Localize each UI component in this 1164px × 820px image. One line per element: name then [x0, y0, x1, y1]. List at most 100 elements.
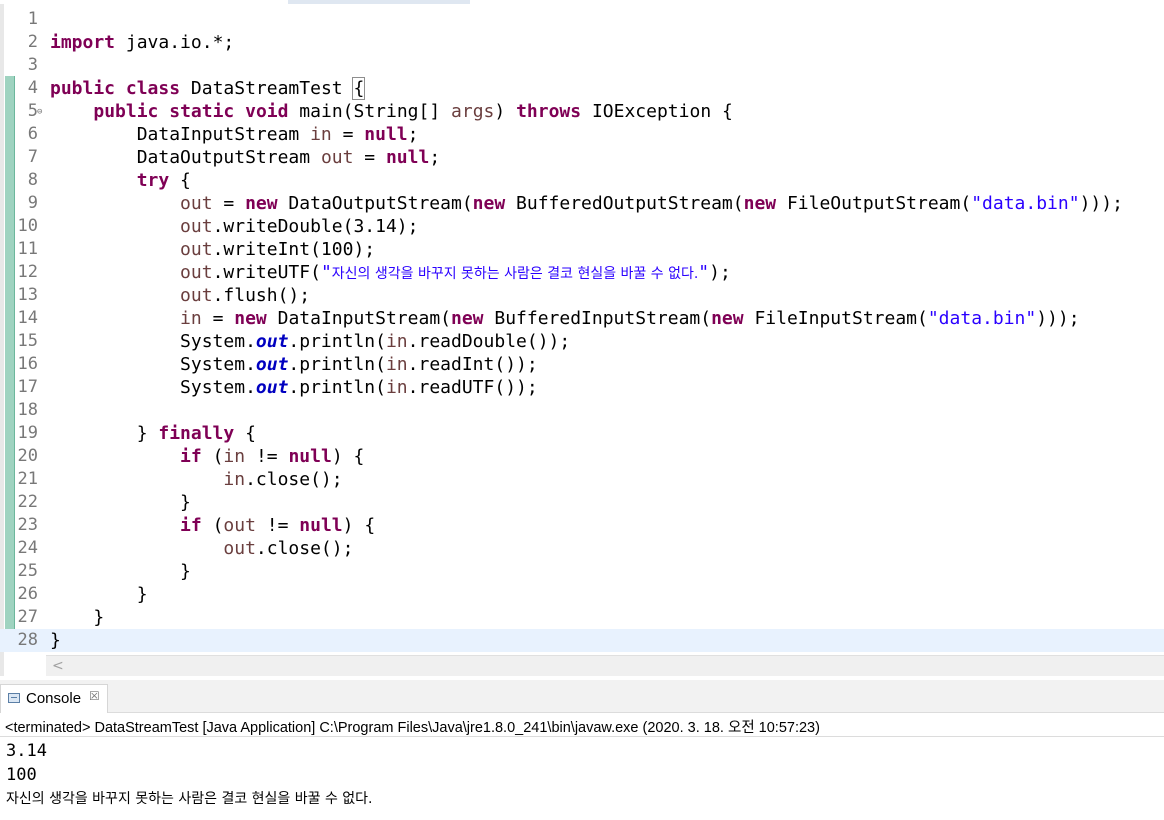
code-line[interactable]: 17 System.out.println(in.readUTF()); — [0, 376, 1164, 399]
code-line[interactable]: 12 out.writeUTF("자신의 생각을 바꾸지 못하는 사람은 결코 … — [0, 261, 1164, 284]
code-token: .writeDouble(3.14); — [212, 216, 419, 237]
line-number: 6 — [27, 124, 38, 144]
code-line[interactable]: 6 DataInputStream in = null; — [0, 123, 1164, 146]
code-line[interactable]: 4 public class DataStreamTest { — [0, 77, 1164, 100]
code-text: DataOutputStream out = null; — [50, 146, 440, 169]
horizontal-scrollbar[interactable]: < — [46, 655, 1164, 676]
code-token: .println( — [288, 377, 386, 398]
code-token: new — [234, 308, 267, 329]
code-line[interactable]: 13 out.flush(); — [0, 284, 1164, 307]
code-token: out — [255, 354, 289, 375]
line-number: 9 — [27, 193, 38, 213]
console-tab-label: Console — [26, 690, 82, 707]
code-token: = — [201, 308, 235, 329]
code-token: .close(); — [245, 469, 343, 490]
code-line[interactable]: 2 import java.io.*; — [0, 31, 1164, 54]
code-text: try { — [50, 169, 191, 192]
line-number: 1 — [27, 9, 38, 29]
code-line[interactable]: 27 } — [0, 606, 1164, 629]
code-text: DataInputStream in = null; — [50, 123, 419, 146]
code-line[interactable]: 25 } — [0, 560, 1164, 583]
code-line[interactable]: 14 in = new DataInputStream(new Buffered… — [0, 307, 1164, 330]
code-token: } — [50, 561, 191, 582]
code-text: System.out.println(in.readInt()); — [50, 353, 538, 376]
code-token: out — [180, 262, 213, 283]
code-line[interactable]: 20 if (in != null) { — [0, 445, 1164, 468]
code-line[interactable]: 1 — [0, 8, 1164, 31]
tab-console[interactable]: Console ☒ — [0, 684, 108, 713]
line-number: 14 — [17, 308, 38, 328]
code-token: DataOutputStream — [50, 147, 321, 168]
code-token: .println( — [288, 331, 386, 352]
code-token: System. — [50, 331, 256, 352]
code-token: .writeUTF( — [212, 262, 321, 283]
code-text: public static void main(String[] args) t… — [50, 100, 732, 123]
code-token: new — [711, 308, 744, 329]
code-token: { — [234, 423, 256, 444]
code-text: import java.io.*; — [50, 31, 234, 54]
code-line[interactable]: 3 — [0, 54, 1164, 77]
code-line[interactable]: 22 } — [0, 491, 1164, 514]
code-token: null — [299, 515, 343, 536]
line-number: 16 — [17, 354, 38, 374]
minus-fold-icon[interactable]: ⊖ — [37, 107, 42, 117]
code-token: .readUTF()); — [407, 377, 538, 398]
code-editor[interactable]: 1 2 import java.io.*; 3 4 public class DataSt… — [0, 4, 1164, 676]
code-text: } — [50, 583, 148, 606]
code-token: throws — [516, 101, 582, 122]
code-token: in — [223, 469, 246, 490]
line-number: 11 — [17, 239, 38, 259]
console-output[interactable]: 3.14 100 자신의 생각을 바꾸지 못하는 사람은 결코 현실을 바꿀 수 없… — [6, 739, 373, 811]
code-text: } — [50, 491, 191, 514]
code-token: args — [451, 101, 495, 122]
code-token: != — [255, 515, 300, 536]
code-token: static — [169, 101, 235, 122]
code-token: null — [385, 147, 430, 168]
code-line[interactable]: 10 out.writeDouble(3.14); — [0, 215, 1164, 238]
line-number: 19 — [17, 423, 38, 443]
code-token: DataInputStream( — [266, 308, 451, 329]
code-token: in — [223, 446, 246, 467]
code-line[interactable]: 11 out.writeInt(100); — [0, 238, 1164, 261]
code-line[interactable]: 26 } — [0, 583, 1164, 606]
code-token: ))); — [1079, 193, 1123, 214]
code-line[interactable]: 9 out = new DataOutputStream(new Buffere… — [0, 192, 1164, 215]
scroll-left-arrow-icon[interactable]: < — [52, 658, 64, 674]
code-line[interactable]: 21 in.close(); — [0, 468, 1164, 491]
code-line[interactable]: 24 out.close(); — [0, 537, 1164, 560]
code-token: } — [50, 492, 191, 513]
code-token: " — [698, 262, 710, 283]
code-token: null — [288, 446, 332, 467]
code-token: out — [255, 377, 289, 398]
code-token: out — [320, 147, 354, 168]
code-line[interactable]: 19 } finally { — [0, 422, 1164, 445]
code-token: void — [245, 101, 289, 122]
code-token: in — [310, 124, 332, 145]
console-status-line: <terminated> DataStreamTest [Java Applic… — [5, 720, 820, 736]
code-line[interactable]: 16 System.out.println(in.readInt()); — [0, 353, 1164, 376]
line-number: 4 — [27, 78, 38, 98]
code-token: != — [245, 446, 289, 467]
code-token: java.io.*; — [115, 32, 235, 53]
code-text: public class DataStreamTest { — [50, 77, 366, 100]
code-line[interactable]: 8 try { — [0, 169, 1164, 192]
code-token: new — [451, 308, 484, 329]
console-divider — [0, 736, 1164, 737]
line-number: 8 — [27, 170, 38, 190]
code-line[interactable]: 23 if (out != null) { — [0, 514, 1164, 537]
line-number: 3 — [27, 55, 38, 75]
code-token: finally — [158, 423, 235, 444]
code-line[interactable]: 5 ⊖ public static void main(String[] args… — [0, 100, 1164, 123]
code-token: ( — [201, 446, 224, 467]
code-token: .println( — [288, 354, 386, 375]
code-line[interactable]: 28} — [0, 629, 1164, 652]
code-token: new — [245, 193, 278, 214]
code-line[interactable]: 18 — [0, 399, 1164, 422]
close-icon[interactable]: ☒ — [89, 689, 100, 703]
code-line[interactable]: 7 DataOutputStream out = null; — [0, 146, 1164, 169]
code-token: "data.bin" — [927, 308, 1037, 329]
code-line[interactable]: 15 System.out.println(in.readDouble()); — [0, 330, 1164, 353]
